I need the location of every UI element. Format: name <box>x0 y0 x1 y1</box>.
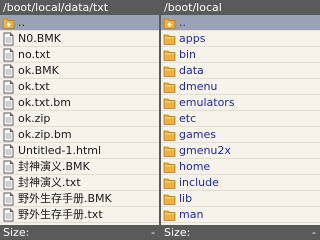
folder-icon <box>163 194 176 205</box>
right-size-label: Size: <box>164 226 191 239</box>
file-row[interactable]: 野外生存手册.txt <box>0 207 159 223</box>
entry-name: N0.BMK <box>18 32 61 45</box>
entry-name: etc <box>179 112 197 125</box>
file-row[interactable]: ok.txt <box>0 79 159 95</box>
entry-name: ok.txt <box>18 80 50 93</box>
parent-folder-icon <box>2 18 15 29</box>
text-file-icon <box>3 128 14 142</box>
entry-name: apps <box>179 32 206 45</box>
entry-name: home <box>179 160 211 173</box>
entry-name: games <box>179 128 216 141</box>
folder-icon <box>163 66 176 77</box>
entry-name: .. <box>18 16 25 29</box>
entry-name: gmenu2x <box>179 144 231 157</box>
folder-icon <box>163 146 176 157</box>
entry-name: bin <box>179 48 197 61</box>
entry-name: ok.zip <box>18 112 51 125</box>
folder-row[interactable]: home <box>161 159 320 175</box>
folder-row[interactable]: data <box>161 63 320 79</box>
text-file-icon <box>3 32 14 46</box>
entry-name: 野外生存手册.txt <box>18 208 103 221</box>
entry-name: man <box>179 208 204 221</box>
file-row[interactable]: ok.BMK <box>0 63 159 79</box>
parent-dir-row[interactable]: .. <box>161 15 320 31</box>
right-size-value: - <box>312 226 316 239</box>
right-status-bar: Size: - <box>161 225 320 240</box>
entry-name: 封神演义.BMK <box>18 160 90 173</box>
file-manager-screen: /boot/local/data/txt .. N0.BMK no.txt ok.BM… <box>0 0 320 240</box>
text-file-icon <box>3 112 14 126</box>
folder-icon <box>163 98 176 109</box>
text-file-icon <box>3 176 14 190</box>
folder-row[interactable]: lib <box>161 191 320 207</box>
left-size-label: Size: <box>3 226 30 239</box>
entry-name: ok.BMK <box>18 64 59 77</box>
text-file-icon <box>3 80 14 94</box>
folder-icon <box>163 130 176 141</box>
text-file-icon <box>3 64 14 78</box>
folder-row[interactable]: gmenu2x <box>161 143 320 159</box>
folder-icon <box>163 50 176 61</box>
file-row[interactable]: Untitled-1.html <box>0 143 159 159</box>
folder-icon <box>163 178 176 189</box>
entry-name: no.txt <box>18 48 51 61</box>
folder-row[interactable]: games <box>161 127 320 143</box>
right-pane[interactable]: /boot/local .. apps bin data dmenu emulators e… <box>161 0 320 240</box>
entry-name: data <box>179 64 204 77</box>
left-file-list[interactable]: .. N0.BMK no.txt ok.BMK ok.txt ok.txt.bm ok.zi… <box>0 15 159 225</box>
folder-row[interactable]: include <box>161 175 320 191</box>
file-row[interactable]: 野外生存手册.BMK <box>0 191 159 207</box>
left-pane[interactable]: /boot/local/data/txt .. N0.BMK no.txt ok.BM… <box>0 0 159 240</box>
file-row[interactable]: 封神演义.txt <box>0 175 159 191</box>
folder-row[interactable]: dmenu <box>161 79 320 95</box>
text-file-icon <box>3 160 14 174</box>
entry-name: emulators <box>179 96 235 109</box>
file-row[interactable]: no.txt <box>0 47 159 63</box>
entry-name: 野外生存手册.BMK <box>18 192 112 205</box>
entry-name: lib <box>179 192 193 205</box>
file-row[interactable]: 封神演义.BMK <box>0 159 159 175</box>
text-file-icon <box>3 192 14 206</box>
text-file-icon <box>3 48 14 62</box>
entry-name: ok.txt.bm <box>18 96 71 109</box>
folder-icon <box>163 82 176 93</box>
text-file-icon <box>3 208 14 222</box>
folder-icon <box>163 210 176 221</box>
left-path-header: /boot/local/data/txt <box>0 0 159 15</box>
file-row[interactable]: ok.zip.bm <box>0 127 159 143</box>
file-row[interactable]: ok.txt.bm <box>0 95 159 111</box>
folder-icon <box>163 162 176 173</box>
parent-dir-row[interactable]: .. <box>0 15 159 31</box>
entry-name: dmenu <box>179 80 218 93</box>
parent-folder-icon <box>163 18 176 29</box>
folder-row[interactable]: man <box>161 207 320 223</box>
right-path-header: /boot/local <box>161 0 320 15</box>
file-row[interactable]: N0.BMK <box>0 31 159 47</box>
entry-name: .. <box>179 16 186 29</box>
folder-row[interactable]: emulators <box>161 95 320 111</box>
entry-name: Untitled-1.html <box>18 144 102 157</box>
folder-row[interactable]: etc <box>161 111 320 127</box>
left-status-bar: Size: - <box>0 225 159 240</box>
folder-icon <box>163 114 176 125</box>
folder-icon <box>163 34 176 45</box>
entry-name: 封神演义.txt <box>18 176 81 189</box>
text-file-icon <box>3 144 14 158</box>
entry-name: include <box>179 176 219 189</box>
folder-row[interactable]: apps <box>161 31 320 47</box>
entry-name: ok.zip.bm <box>18 128 72 141</box>
file-row[interactable]: ok.zip <box>0 111 159 127</box>
right-file-list[interactable]: .. apps bin data dmenu emulators etc games gmenu… <box>161 15 320 225</box>
left-size-value: - <box>151 226 155 239</box>
folder-row[interactable]: bin <box>161 47 320 63</box>
text-file-icon <box>3 96 14 110</box>
